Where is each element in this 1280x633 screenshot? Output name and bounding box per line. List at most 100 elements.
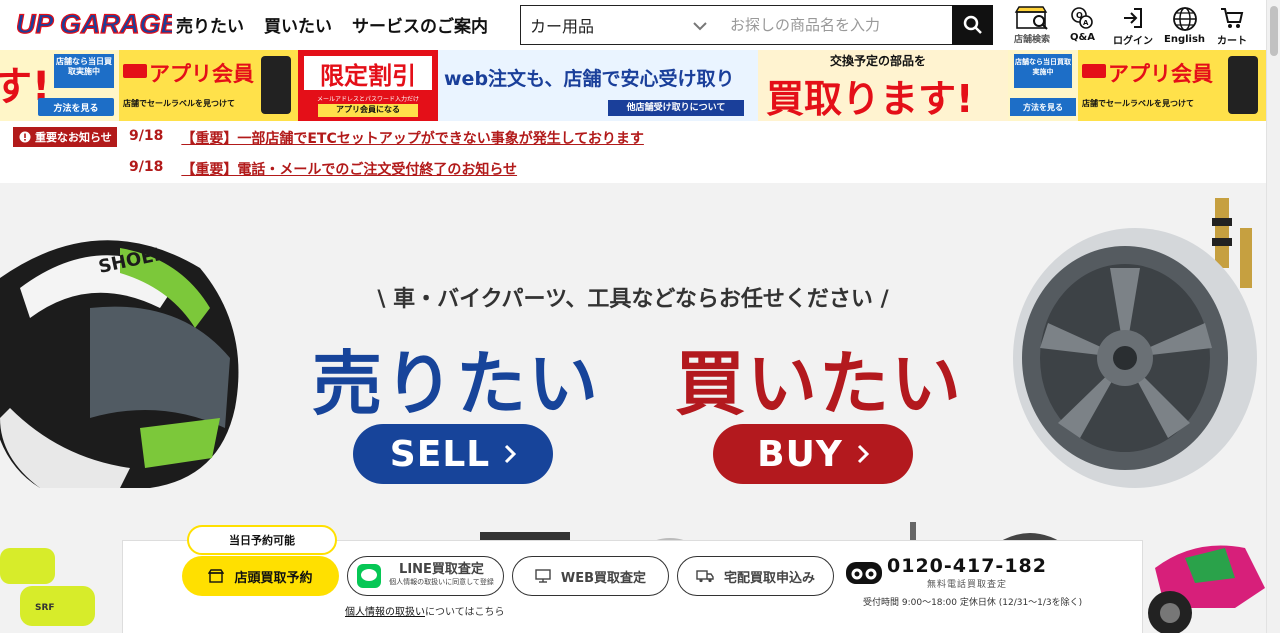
- banner-same-day-right[interactable]: 店舗なら当日買取実施中 方法を見る: [1008, 50, 1078, 121]
- privacy-note: 個人情報の取扱いについてはこちら: [345, 603, 505, 618]
- store-search-icon: [1014, 6, 1048, 30]
- important-news-badge: 重要なお知らせ: [13, 127, 117, 147]
- banner-limited-discount[interactable]: 限定割引 メールアドレスとパスワード入力だけ アプリ会員になる: [298, 50, 438, 121]
- site-logo[interactable]: UP GARAGE: [14, 7, 172, 39]
- phone-image: [261, 56, 291, 114]
- nav-sell[interactable]: 売りたい: [176, 12, 244, 37]
- category-select-value: カー用品: [530, 17, 595, 36]
- qa-label: Q&A: [1070, 32, 1095, 43]
- banner-app-member-2[interactable]: アプリ会員 店舗でセールラベルを見つけて: [1078, 50, 1266, 121]
- phone-text: 0120-417-182 無料電話買取査定: [887, 555, 1047, 590]
- monitor-icon: [535, 569, 551, 583]
- svg-text:SRF: SRF: [35, 603, 55, 613]
- privacy-link[interactable]: 個人情報の取扱い: [345, 607, 425, 618]
- nav-services[interactable]: サービスのご案内: [352, 12, 488, 37]
- banner-discount-foot: アプリ会員になる: [318, 104, 418, 117]
- free-dial-icon: [846, 561, 882, 584]
- login-icon: [1124, 8, 1142, 28]
- sell-button-label: SELL: [389, 433, 491, 475]
- banner-app-title-2: アプリ会員: [1108, 62, 1213, 86]
- banner-buy-parts[interactable]: 交換予定の部品を 買取ります!: [758, 50, 1008, 121]
- delivery-purchase-label: 宅配買取申込み: [723, 570, 815, 586]
- sell-button[interactable]: SELL: [353, 424, 553, 484]
- delivery-purchase-button[interactable]: 宅配買取申込み: [677, 556, 834, 596]
- banner-app-sub-2: 店舗でセールラベルを見つけて: [1082, 99, 1194, 108]
- app-logo-icon: [1082, 64, 1106, 78]
- qa-icon: QA: [1071, 7, 1094, 29]
- svg-text:Q: Q: [1076, 11, 1083, 20]
- cart-link[interactable]: カート: [1217, 6, 1247, 47]
- store-reservation-label: 店頭買取予約: [234, 570, 313, 586]
- banner-web-title: web注文も、店舗で安心受け取り: [444, 68, 735, 90]
- line-button-text: LINE買取査定 個人情報の取扱いに同意して登録: [389, 562, 494, 588]
- search-icon: [963, 15, 982, 34]
- line-button-label: LINE買取査定: [399, 562, 484, 577]
- promo-banner-strip: す! 店舗なら当日買取実施中 方法を見る アプリ会員 店舗でセールラベルを見つけ…: [0, 50, 1266, 121]
- wheel-image: [1013, 198, 1257, 488]
- page-scrollbar[interactable]: [1266, 0, 1280, 633]
- banner-method-button[interactable]: 方法を見る: [38, 98, 114, 116]
- helmet-image: SHOEI: [0, 240, 239, 488]
- news-item: 9/18 【重要】電話・メールでのご注文受付終了のお知らせ: [129, 159, 517, 179]
- shop-icon: [208, 569, 225, 583]
- banner-discount-title: 限定割引: [304, 56, 432, 90]
- login-link[interactable]: ログイン: [1113, 6, 1153, 47]
- phone-assessment[interactable]: 0120-417-182 無料電話買取査定: [845, 555, 1047, 590]
- search-button[interactable]: [952, 5, 993, 45]
- line-button-sub: 個人情報の取扱いに同意して登録: [389, 578, 494, 586]
- search-input[interactable]: [720, 5, 953, 45]
- buy-button[interactable]: BUY: [713, 424, 913, 484]
- banner-web-foot: 他店舗受け取りについて: [608, 100, 744, 116]
- banner-method-button-2[interactable]: 方法を見る: [1010, 98, 1076, 116]
- chevron-down-icon: [693, 22, 707, 31]
- category-select[interactable]: カー用品: [520, 5, 721, 45]
- store-search-link[interactable]: 店舗検索: [1013, 6, 1051, 45]
- hero-tagline: \ 車・バイクパーツ、工具などならお任せください /: [377, 287, 889, 312]
- store-reservation-button[interactable]: 店頭買取予約: [182, 556, 339, 596]
- english-label: English: [1164, 34, 1206, 45]
- phone-number: 0120-417-182: [887, 555, 1047, 577]
- banner-web-order[interactable]: web注文も、店舗で安心受け取り 他店舗受け取りについて: [438, 50, 758, 121]
- globe-icon: [1172, 7, 1197, 31]
- same-day-tooltip: 当日予約可能: [187, 525, 337, 555]
- banner-app-title: アプリ会員: [149, 62, 254, 86]
- line-assessment-button[interactable]: LINE買取査定 個人情報の取扱いに同意して登録: [347, 556, 504, 596]
- banner-parts-top: 交換予定の部品を: [830, 54, 927, 68]
- motorcycle-image: [1148, 545, 1265, 633]
- line-icon: [357, 564, 382, 588]
- phone-image: [1228, 56, 1258, 114]
- chevron-right-icon: [857, 444, 869, 464]
- news-section: 重要なお知らせ 9/18 【重要】一部店舗でETCセットアップができない事象が発…: [0, 121, 1266, 183]
- svg-text:UP GARAGE: UP GARAGE: [16, 9, 172, 39]
- privacy-suffix: についてはこちら: [425, 607, 505, 618]
- svg-text:A: A: [1083, 19, 1089, 27]
- chevron-right-icon: [505, 444, 517, 464]
- banner-same-day-left[interactable]: す! 店舗なら当日買取実施中 方法を見る: [0, 50, 119, 121]
- scrollbar-thumb[interactable]: [1270, 6, 1278, 56]
- news-link[interactable]: 【重要】電話・メールでのご注文受付終了のお知らせ: [181, 159, 517, 179]
- news-date: 9/18: [129, 159, 164, 175]
- hero-buy-heading: 買いたい: [675, 343, 963, 425]
- main-nav: 売りたい 買いたい サービスのご案内: [176, 12, 488, 37]
- banner-app-member[interactable]: アプリ会員 店舗でセールラベルを見つけて: [119, 50, 298, 121]
- hero-sell-heading: 売りたい: [312, 343, 600, 425]
- news-link[interactable]: 【重要】一部店舗でETCセットアップができない事象が発生しております: [181, 128, 644, 148]
- nav-buy[interactable]: 買いたい: [264, 12, 332, 37]
- banner-discount-sub: メールアドレスとパスワード入力だけ: [316, 96, 419, 103]
- cart-icon: [1221, 8, 1244, 28]
- qa-link[interactable]: QA Q&A: [1070, 6, 1095, 43]
- alert-icon: [19, 131, 31, 143]
- phone-sub: 無料電話買取査定: [926, 580, 1007, 590]
- web-assessment-label: WEB買取査定: [560, 570, 647, 586]
- banner-corner: 店舗なら当日買取実施中: [54, 54, 114, 88]
- buy-button-label: BUY: [757, 433, 843, 475]
- english-link[interactable]: English: [1164, 6, 1205, 45]
- truck-icon: [696, 570, 714, 583]
- web-assessment-button[interactable]: WEB買取査定: [512, 556, 669, 596]
- store-search-label: 店舗検索: [1013, 35, 1050, 45]
- banner-app-sub: 店舗でセールラベルを見つけて: [123, 99, 235, 108]
- banner-corner-2: 店舗なら当日買取実施中: [1014, 54, 1072, 88]
- business-hours: 受付時間 9:00〜18:00 定休日休 (12/31〜1/3を除く): [863, 598, 1083, 608]
- purchase-options-bar: 当日予約可能 店頭買取予約 LINE買取査定 個人情報の取扱いに同意して登録 W…: [122, 525, 1143, 633]
- site-header: UP GARAGE 売りたい 買いたい サービスのご案内 カー用品 店舗検索 Q…: [0, 0, 1266, 50]
